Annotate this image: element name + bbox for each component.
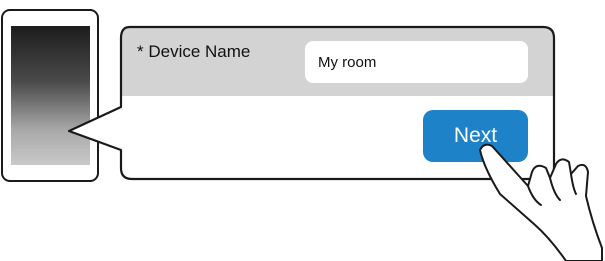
tapping-hand-icon [479,143,603,261]
device-name-label: * Device Name [137,42,251,61]
device-name-input[interactable]: My room [305,41,528,83]
device-name-value: My room [318,53,377,71]
